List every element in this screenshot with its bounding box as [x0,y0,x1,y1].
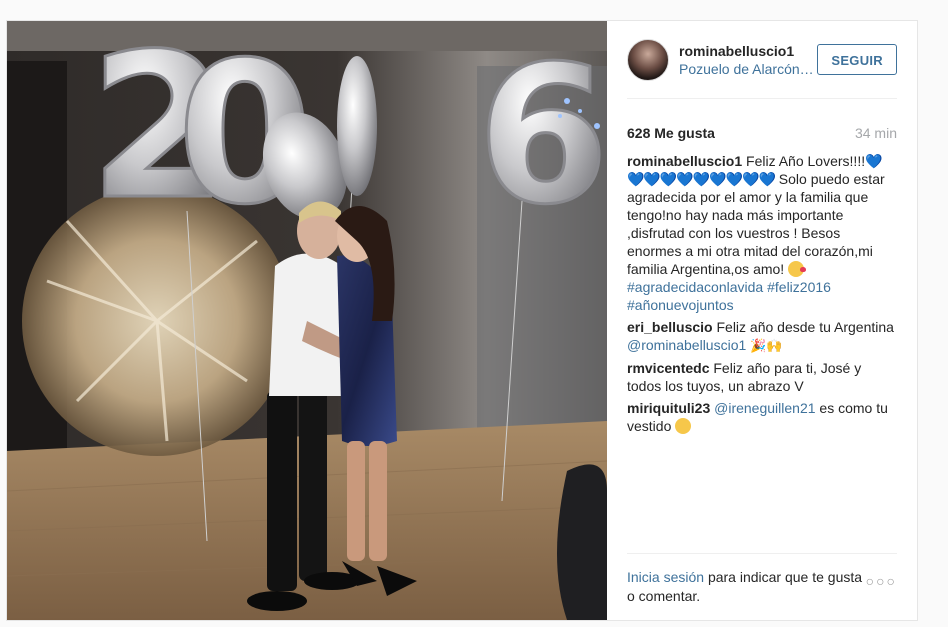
post-photo[interactable]: 2 0 6 [7,21,607,620]
comment-username[interactable]: eri_belluscio [627,319,713,335]
login-link[interactable]: Inicia sesión [627,569,704,585]
caption-line1: Feliz Año Lovers!!!! [746,153,866,169]
post-footer: Inicia sesión para indicar que te gusta … [627,553,897,606]
photo-illustration: 2 0 6 [7,21,607,620]
post-meta: 628 Me gusta 34 min [627,113,897,152]
hashtag-link[interactable]: #feliz2016 [767,279,831,295]
follow-button[interactable]: SEGUIR [817,44,897,75]
mention-link[interactable]: @rominabelluscio1 [627,337,746,353]
caption-username[interactable]: rominabelluscio1 [627,153,742,169]
hashtag-link[interactable]: #agradecidaconlavida [627,279,763,295]
post-header: rominabelluscio1 Pozuelo de Alarcón… SEG… [627,21,897,99]
party-emoji: 🎉🙌 [750,338,783,353]
comment-item: rmvicentedc Feliz año para ti, José y to… [627,359,897,395]
post-card: 2 0 6 rominabelluscio1 Pozuelo de Alarcó… [6,20,918,621]
more-options-icon[interactable]: ○○○ [866,572,897,591]
timestamp[interactable]: 34 min [855,125,897,141]
hashtag-link[interactable]: #añonuevojuntos [627,297,734,313]
login-prompt: Inicia sesión para indicar que te gusta … [627,568,866,606]
comment-username[interactable]: rmvicentedc [627,360,709,376]
comment-item: eri_belluscio Feliz año desde tu Argenti… [627,318,897,355]
kiss-emoji-icon [788,261,807,277]
balloon-digit-6: 6 [477,25,607,246]
comments-list: rominabelluscio1 Feliz Año Lovers!!!!💙💙💙… [627,152,897,439]
comment-item: miriquituli23 @ireneguillen21 es como tu… [627,399,897,435]
caption: rominabelluscio1 Feliz Año Lovers!!!!💙💙💙… [627,152,897,314]
location-link[interactable]: Pozuelo de Alarcón… [679,60,817,78]
avatar[interactable] [627,38,669,81]
post-side-panel: rominabelluscio1 Pozuelo de Alarcón… SEG… [607,21,917,620]
comment-username[interactable]: miriquituli23 [627,400,710,416]
likes-count[interactable]: 628 Me gusta [627,125,715,141]
user-block: rominabelluscio1 Pozuelo de Alarcón… [679,42,817,78]
comment-text: Feliz año desde tu Argentina [716,319,894,335]
username-link[interactable]: rominabelluscio1 [679,42,817,60]
mention-link[interactable]: @ireneguillen21 [714,400,815,416]
grin-emoji-icon [675,418,692,434]
